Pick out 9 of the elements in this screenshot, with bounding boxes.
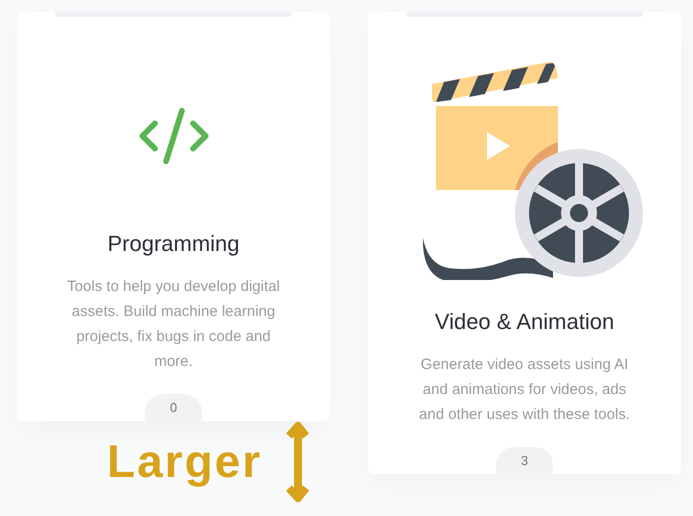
card-description: Tools to help you develop digital assets. Build machine learning projects, fix bugs in code and more. xyxy=(66,277,281,372)
card-description: Generate video assets using AI and animations for videos, ads and other uses with these tools. xyxy=(418,355,631,425)
handwritten-note: Larger xyxy=(107,434,262,489)
tool-count: 0 xyxy=(145,394,202,421)
category-card[interactable]: Video & Animation Generate video assets using AI and animations for videos, ads and other uses with these tools. 3 xyxy=(368,12,681,474)
card-title: Video & Animation xyxy=(434,308,614,336)
card-title: Programming xyxy=(107,230,240,258)
tool-count: 3 xyxy=(496,447,553,474)
category-card[interactable]: Programming Tools to help you develop digital assets. Build machine learning projects, fix bugs in code and more. 0 xyxy=(17,12,330,421)
